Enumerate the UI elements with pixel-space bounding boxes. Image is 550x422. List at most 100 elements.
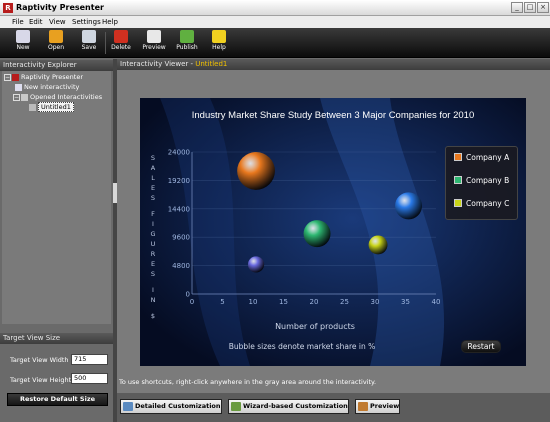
- target-view-header: Target View Size: [0, 333, 113, 344]
- menu-help[interactable]: Help: [102, 17, 118, 27]
- help-icon: [212, 30, 226, 43]
- y-axis-label-letter: I: [152, 286, 154, 294]
- menu-edit[interactable]: Edit: [29, 17, 43, 27]
- y-tick-label: 4800: [172, 262, 190, 270]
- menu-view[interactable]: View: [49, 17, 66, 27]
- help-button[interactable]: Help: [204, 30, 234, 56]
- bubble-company-b[interactable]: [303, 220, 331, 248]
- x-tick-label: 0: [190, 298, 194, 306]
- y-tick-label: 19200: [168, 177, 190, 185]
- app-logo-icon: [12, 73, 19, 81]
- y-axis-label-letter: A: [151, 164, 156, 172]
- y-axis-label-letter: $: [151, 312, 155, 320]
- new-document-icon: [15, 83, 22, 91]
- x-tick-label: 25: [340, 298, 349, 306]
- publish-button[interactable]: Publish: [172, 30, 202, 56]
- collapse-icon[interactable]: −: [4, 73, 11, 81]
- height-label: Target View Height: [10, 376, 72, 384]
- menu-settings[interactable]: Settings: [72, 17, 101, 27]
- restore-default-size-button[interactable]: Restore Default Size: [7, 393, 108, 406]
- y-axis-label-letter: R: [151, 250, 156, 258]
- width-label: Target View Width: [10, 356, 69, 364]
- y-axis-label-letter: E: [151, 260, 155, 268]
- y-tick-label: 9600: [172, 234, 190, 242]
- wizard-customization-button[interactable]: Wizard-based Customization: [228, 399, 349, 414]
- x-tick-label: 40: [432, 298, 441, 306]
- legend-item-company-c[interactable]: Company C: [454, 199, 509, 209]
- tree-item-untitled[interactable]: Untitled1: [29, 102, 74, 112]
- y-tick-label: 24000: [168, 149, 190, 157]
- y-tick-label: 14400: [168, 205, 190, 213]
- app-logo-icon: R: [3, 3, 13, 13]
- legend-swatch: [454, 176, 462, 184]
- minimize-icon[interactable]: _: [511, 2, 523, 13]
- restart-button[interactable]: Restart: [461, 340, 501, 353]
- width-field[interactable]: 715: [71, 354, 108, 365]
- wizard-icon: [231, 402, 241, 411]
- y-axis-label-letter: S: [151, 270, 155, 278]
- publish-icon: [180, 30, 194, 43]
- chart-legend: Company A Company B Company C: [445, 146, 518, 220]
- legend-swatch: [454, 199, 462, 207]
- y-axis-label-letter: L: [151, 174, 155, 182]
- document-icon: [29, 103, 36, 111]
- maximize-icon[interactable]: □: [524, 2, 536, 13]
- y-axis-label-letter: U: [151, 240, 156, 248]
- preview-button[interactable]: Preview: [139, 30, 169, 56]
- new-document-icon: [16, 30, 30, 43]
- shortcut-hint: To use shortcuts, right-click anywhere i…: [119, 378, 377, 386]
- menu-bar: File Edit View Settings Help: [0, 16, 550, 28]
- delete-icon: [114, 30, 128, 43]
- tree-item-new[interactable]: New interactivity: [15, 83, 79, 92]
- explorer-tree: − Raptivity Presenter New interactivity −…: [2, 71, 111, 324]
- y-axis-label-letter: F: [151, 210, 155, 218]
- y-axis-label-letter: I: [152, 220, 154, 228]
- x-tick-label: 30: [371, 298, 380, 306]
- x-tick-label: 35: [401, 298, 410, 306]
- x-axis-label: Number of products: [275, 322, 355, 331]
- chart-note: Bubble sizes denote market share in %: [229, 342, 376, 351]
- collapse-icon[interactable]: −: [13, 93, 20, 101]
- bubble-series-4[interactable]: [247, 256, 265, 273]
- tree-item-opened[interactable]: − Opened Interactivities: [13, 93, 102, 102]
- x-tick-label: 15: [279, 298, 288, 306]
- y-axis-label-letter: S: [151, 154, 155, 162]
- y-axis-label-letter: G: [150, 230, 155, 238]
- chart-canvas: Industry Market Share Study Between 3 Ma…: [140, 98, 526, 366]
- chart-title: Industry Market Share Study Between 3 Ma…: [192, 110, 475, 121]
- save-button[interactable]: Save: [74, 30, 104, 56]
- new-button[interactable]: New: [8, 30, 38, 56]
- toolbar: New Open Save Delete Preview Publish Hel…: [0, 28, 550, 58]
- folder-icon: [21, 93, 28, 101]
- preview-bottom-button[interactable]: Preview: [355, 399, 401, 414]
- menu-file[interactable]: File: [12, 17, 24, 27]
- viewer-header: Interactivity Viewer - Untitled1: [117, 59, 550, 70]
- window-title: Raptivity Presenter: [16, 3, 104, 12]
- height-field[interactable]: 500: [71, 373, 108, 384]
- preview-icon: [358, 402, 368, 411]
- legend-item-company-b[interactable]: Company B: [454, 176, 509, 186]
- bubble-chart: Industry Market Share Study Between 3 Ma…: [140, 98, 526, 366]
- document-name: Untitled1: [195, 60, 228, 68]
- legend-swatch: [454, 153, 462, 161]
- bubble-company-c[interactable]: [368, 235, 388, 255]
- delete-button[interactable]: Delete: [106, 30, 136, 56]
- y-axis-label-letter: E: [151, 184, 155, 192]
- open-button[interactable]: Open: [41, 30, 71, 56]
- legend-item-company-a[interactable]: Company A: [454, 153, 509, 163]
- title-bar: R Raptivity Presenter _ □ ×: [0, 0, 550, 16]
- bubble-series-3[interactable]: [395, 192, 423, 220]
- preview-icon: [147, 30, 161, 43]
- y-axis-label-letter: N: [151, 296, 156, 304]
- bubble-company-a[interactable]: [237, 152, 275, 190]
- folder-icon: [49, 30, 63, 43]
- x-tick-label: 10: [249, 298, 258, 306]
- tree-root[interactable]: − Raptivity Presenter: [4, 73, 83, 82]
- y-axis-label-letter: S: [151, 194, 155, 202]
- detailed-customization-button[interactable]: Detailed Customization: [120, 399, 222, 414]
- x-tick-label: 20: [310, 298, 319, 306]
- x-tick-label: 5: [220, 298, 224, 306]
- save-icon: [82, 30, 96, 43]
- close-icon[interactable]: ×: [537, 2, 549, 13]
- explorer-header: Interactivity Explorer: [0, 60, 113, 71]
